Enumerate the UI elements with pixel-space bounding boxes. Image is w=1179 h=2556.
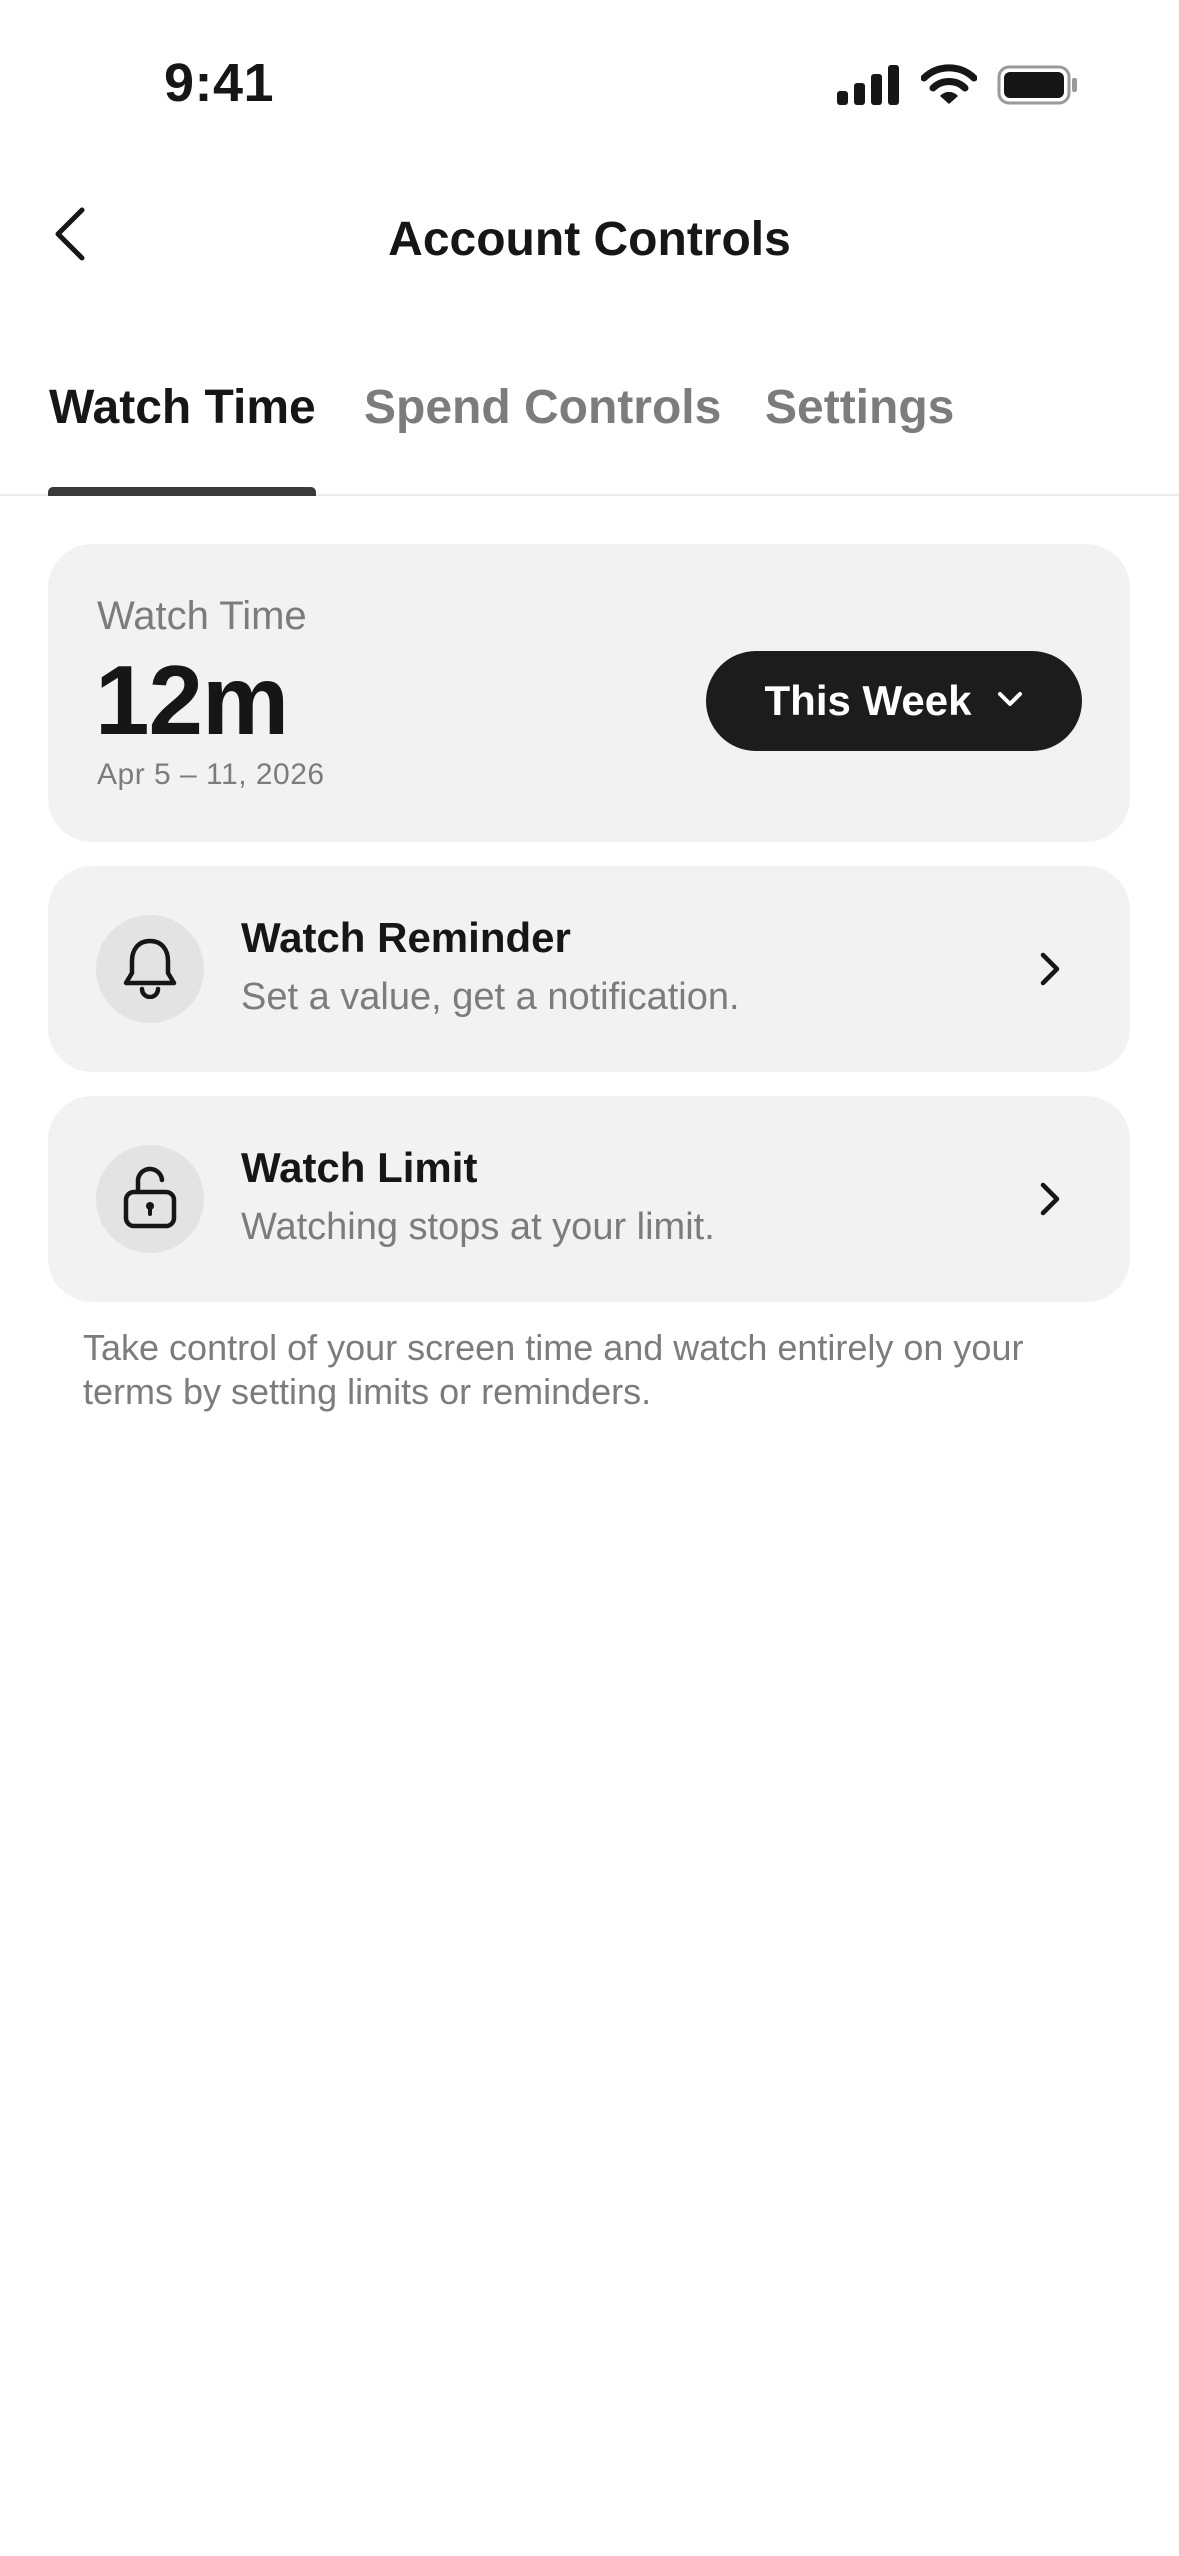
watch-reminder-subtitle: Set a value, get a notification.	[241, 976, 740, 1018]
chevron-down-icon	[997, 691, 1023, 712]
cellular-signal-icon	[837, 65, 901, 110]
period-selector-button[interactable]: This Week	[706, 651, 1082, 751]
chevron-right-icon	[1030, 1179, 1070, 1219]
footnote-text: Take control of your screen time and wat…	[83, 1327, 1024, 1412]
status-icons	[837, 64, 1079, 111]
header: Account Controls	[0, 190, 1179, 300]
wifi-icon	[920, 64, 978, 111]
summary-label: Watch Time	[97, 594, 307, 638]
status-bar: 9:41	[0, 0, 1179, 180]
chevron-right-icon	[1030, 949, 1070, 989]
watch-limit-title: Watch Limit	[241, 1144, 478, 1191]
battery-icon	[997, 65, 1079, 110]
watch-limit-row[interactable]: Watch Limit Watching stops at your limit…	[48, 1096, 1130, 1302]
date-range: Apr 5 – 11, 2026	[97, 758, 325, 791]
tab-watch-time[interactable]: Watch Time	[49, 380, 316, 435]
limit-icon-circle	[96, 1145, 204, 1253]
tab-spend-controls[interactable]: Spend Controls	[364, 380, 721, 435]
reminder-icon-circle	[96, 915, 204, 1023]
active-tab-indicator	[48, 487, 316, 496]
watch-time-value: 12m	[95, 645, 289, 755]
status-time: 9:41	[164, 53, 275, 113]
bell-icon	[120, 935, 180, 1004]
tab-bar: Watch Time Spend Controls Settings	[0, 372, 1179, 496]
watch-reminder-row[interactable]: Watch Reminder Set a value, get a notifi…	[48, 866, 1130, 1072]
lock-icon	[120, 1164, 180, 1235]
watch-limit-subtitle: Watching stops at your limit.	[241, 1206, 715, 1248]
watch-time-summary-card: Watch Time 12m Apr 5 – 11, 2026 This Wee…	[48, 544, 1130, 842]
tab-settings[interactable]: Settings	[765, 380, 954, 435]
page-title: Account Controls	[388, 213, 791, 266]
period-selector-label: This Week	[764, 677, 972, 724]
watch-reminder-title: Watch Reminder	[241, 914, 571, 961]
